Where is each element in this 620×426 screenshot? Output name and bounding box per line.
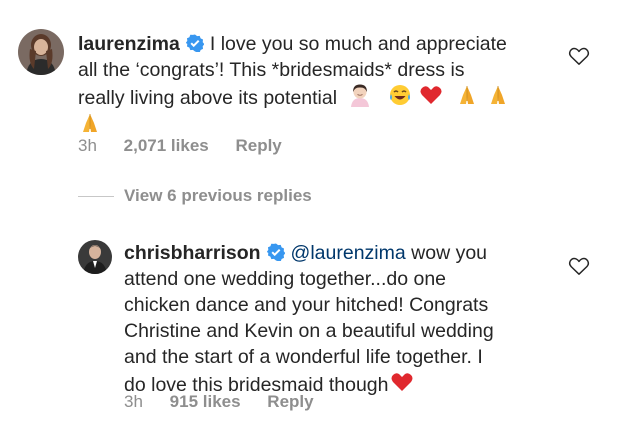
reply-text-line-4: Christine and Kevin on a beautiful weddi… [124,320,494,342]
comment-username[interactable]: laurenzima [78,33,180,55]
comment-text-line-1: I love you so much and appreciate [209,33,507,55]
folded-hands-emoji-icon [83,114,97,132]
verified-badge-icon [185,34,204,52]
folded-hands-emoji-icon [459,86,474,104]
view-previous-replies[interactable]: View 6 previous replies [78,186,312,206]
verified-badge-icon [266,243,285,261]
avatar-photo [78,240,112,274]
reply-meta: 3h 915 likes Reply [124,392,336,412]
reply-text-line-2: attend one wedding together...do one [124,268,447,290]
reply-text-line-3: chicken dance and your hitched! Congrats [124,294,489,316]
comment-reply-button[interactable]: Reply [235,136,281,155]
replies-divider [78,195,114,197]
reply-body: chrisbharrison @laurenzima wow you attend… [124,240,564,398]
reply-time: 3h [124,392,143,411]
red-heart-emoji-icon [420,86,442,104]
red-heart-emoji-icon [391,373,412,391]
comment-text-line-3: really living above its potential [78,87,338,109]
reply-reply-button[interactable]: Reply [267,392,313,411]
heart-outline-icon[interactable] [568,256,590,276]
avatar-laurenzima[interactable] [18,29,64,75]
comment-likes[interactable]: 2,071 likes [124,136,209,155]
view-replies-label[interactable]: View 6 previous replies [124,186,312,206]
comment-text-line-2: all the ‘congrats’! This *bridesmaids* d… [78,59,465,81]
reply-text-line-1: wow you [411,242,488,264]
comment-body: laurenzima I love you so much and appreci… [78,31,558,139]
avatar-photo [18,29,64,75]
heart-outline-icon[interactable] [568,46,590,66]
reply-likes[interactable]: 915 likes [170,392,241,411]
reply-username[interactable]: chrisbharrison [124,242,261,264]
tears-of-joy-emoji-icon [389,85,410,105]
woman-gesturing-ok-emoji-icon [351,84,370,107]
reply-mention[interactable]: @laurenzima [291,242,406,264]
reply-text-line-5: and the start of a wonderful life togeth… [124,346,483,368]
folded-hands-emoji-icon [491,86,506,104]
comment-meta: 3h 2,071 likes Reply [78,136,304,156]
avatar-chrisbharrison[interactable] [78,240,112,274]
comment-time: 3h [78,136,97,155]
